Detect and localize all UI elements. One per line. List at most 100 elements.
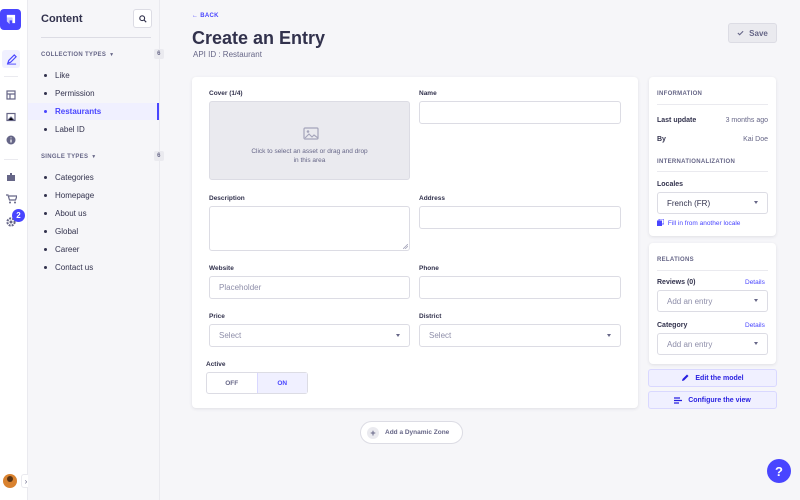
author-row: By Kai Doe xyxy=(657,136,768,143)
bullet xyxy=(44,110,47,113)
category-label: Category xyxy=(657,322,688,329)
caret-down-icon xyxy=(754,299,758,302)
strapi-logo[interactable] xyxy=(0,9,21,30)
configure-view-label: Configure the view xyxy=(688,396,751,404)
caret-down-icon xyxy=(754,342,758,345)
pencil-icon xyxy=(682,374,689,381)
media-library-icon[interactable] xyxy=(4,110,18,124)
bullet xyxy=(44,194,47,197)
nav-item-restaurants[interactable]: Restaurants xyxy=(28,103,159,120)
single-types-label: SINGLE TYPES xyxy=(41,154,89,160)
save-button[interactable]: Save xyxy=(728,23,777,43)
collection-types-header[interactable]: COLLECTION TYPES ▼ 6 xyxy=(41,49,164,59)
image-placeholder-icon xyxy=(303,127,319,140)
price-select-value: Select xyxy=(219,331,242,340)
nav-item-contact-us[interactable]: Contact us xyxy=(28,259,159,276)
info-icon[interactable] xyxy=(4,133,18,147)
last-update-label: Last update xyxy=(657,117,697,124)
nav-item-homepage[interactable]: Homepage xyxy=(28,187,159,204)
nav-item-label: Categories xyxy=(55,173,94,182)
price-label: Price xyxy=(209,313,225,320)
content-type-builder-icon[interactable] xyxy=(4,88,18,102)
plus-icon: + xyxy=(367,426,379,439)
nav-item-label-id[interactable]: Label ID xyxy=(28,121,159,138)
single-types-header[interactable]: SINGLE TYPES ▼ 6 xyxy=(41,151,164,161)
bullet xyxy=(44,92,47,95)
nav-item-categories[interactable]: Categories xyxy=(28,169,159,186)
dropzone-hint-line: Click to select an asset or drag and dro… xyxy=(251,148,368,155)
content-manager-icon[interactable] xyxy=(2,50,20,68)
bullet xyxy=(44,248,47,251)
list-settings-icon xyxy=(674,396,683,404)
sidebar-divider xyxy=(657,171,768,172)
toggle-on-option[interactable]: ON xyxy=(256,373,307,393)
nav-item-career[interactable]: Career xyxy=(28,241,159,258)
resize-handle-icon xyxy=(403,244,408,249)
description-textarea[interactable] xyxy=(209,206,410,251)
marketplace-cart-icon[interactable] xyxy=(4,192,18,206)
user-avatar[interactable] xyxy=(3,474,17,488)
bullet xyxy=(44,74,47,77)
chevron-down-icon: ▼ xyxy=(91,154,97,160)
toggle-off-option[interactable]: OFF xyxy=(207,373,257,393)
add-dynamic-zone-button[interactable]: + Add a Dynamic Zone xyxy=(360,421,463,444)
category-relation-select[interactable]: Add an entry xyxy=(657,333,768,355)
rail-divider xyxy=(4,159,18,160)
nav-item-about-us[interactable]: About us xyxy=(28,205,159,222)
bullet xyxy=(44,266,47,269)
address-input[interactable] xyxy=(419,206,621,229)
name-label: Name xyxy=(419,90,437,97)
fill-from-locale-link[interactable]: Fill in from another locale xyxy=(657,218,741,227)
single-types-count: 6 xyxy=(154,151,164,161)
fill-from-locale-label: Fill in from another locale xyxy=(667,220,741,227)
plugins-icon[interactable] xyxy=(4,170,18,184)
nav-item-label: Global xyxy=(55,227,79,236)
bullet xyxy=(44,176,47,179)
district-select[interactable]: Select xyxy=(419,324,621,347)
category-placeholder: Add an entry xyxy=(667,339,713,349)
phone-input[interactable] xyxy=(419,276,621,299)
dropzone-hint: Click to select an asset or drag and dro… xyxy=(210,147,409,165)
last-update-value: 3 months ago xyxy=(725,117,768,124)
back-link[interactable]: ← BACK xyxy=(192,13,219,19)
nav-item-label: Like xyxy=(55,71,70,80)
page-subtitle: API ID : Restaurant xyxy=(193,50,262,59)
reviews-placeholder: Add an entry xyxy=(667,296,713,306)
content-nav: Content COLLECTION TYPES ▼ 6 Like Permis… xyxy=(28,0,164,500)
nav-item-like[interactable]: Like xyxy=(28,67,159,84)
caret-down-icon xyxy=(396,333,400,337)
category-details-link[interactable]: Details xyxy=(745,322,765,329)
dropzone-hint-line: in this area xyxy=(293,157,326,164)
check-icon xyxy=(737,30,744,36)
sidebar-divider xyxy=(657,270,768,271)
district-label: District xyxy=(419,313,442,320)
page-title: Create an Entry xyxy=(192,28,326,48)
name-input[interactable] xyxy=(419,101,621,124)
website-input[interactable]: Placeholder xyxy=(209,276,410,299)
price-select[interactable]: Select xyxy=(209,324,410,347)
locale-select[interactable]: French (FR) xyxy=(657,192,768,214)
nav-item-label: Permission xyxy=(55,89,95,98)
add-dynamic-zone-label: Add a Dynamic Zone xyxy=(385,429,450,436)
reviews-label: Reviews (0) xyxy=(657,279,696,286)
help-button[interactable]: ? xyxy=(767,459,791,483)
back-label: BACK xyxy=(200,13,219,19)
last-update-row: Last update 3 months ago xyxy=(657,117,768,124)
active-toggle: OFF ON xyxy=(206,372,308,394)
nav-item-label: About us xyxy=(55,209,87,218)
nav-item-global[interactable]: Global xyxy=(28,223,159,240)
collection-types-label: COLLECTION TYPES xyxy=(41,52,107,58)
description-label: Description xyxy=(209,195,245,202)
caret-down-icon xyxy=(754,201,758,204)
reviews-relation-select[interactable]: Add an entry xyxy=(657,290,768,312)
reviews-details-link[interactable]: Details xyxy=(745,279,765,286)
locale-select-value: French (FR) xyxy=(667,198,711,208)
nav-item-permission[interactable]: Permission xyxy=(28,85,159,102)
configure-view-button[interactable]: Configure the view xyxy=(648,391,777,409)
website-label: Website xyxy=(209,265,234,272)
collection-types-count: 6 xyxy=(154,49,164,59)
nav-search-button[interactable] xyxy=(133,9,152,28)
cover-asset-dropzone[interactable]: Click to select an asset or drag and dro… xyxy=(209,101,410,180)
edit-model-button[interactable]: Edit the model xyxy=(648,369,777,387)
chevron-down-icon: ▼ xyxy=(109,52,115,58)
